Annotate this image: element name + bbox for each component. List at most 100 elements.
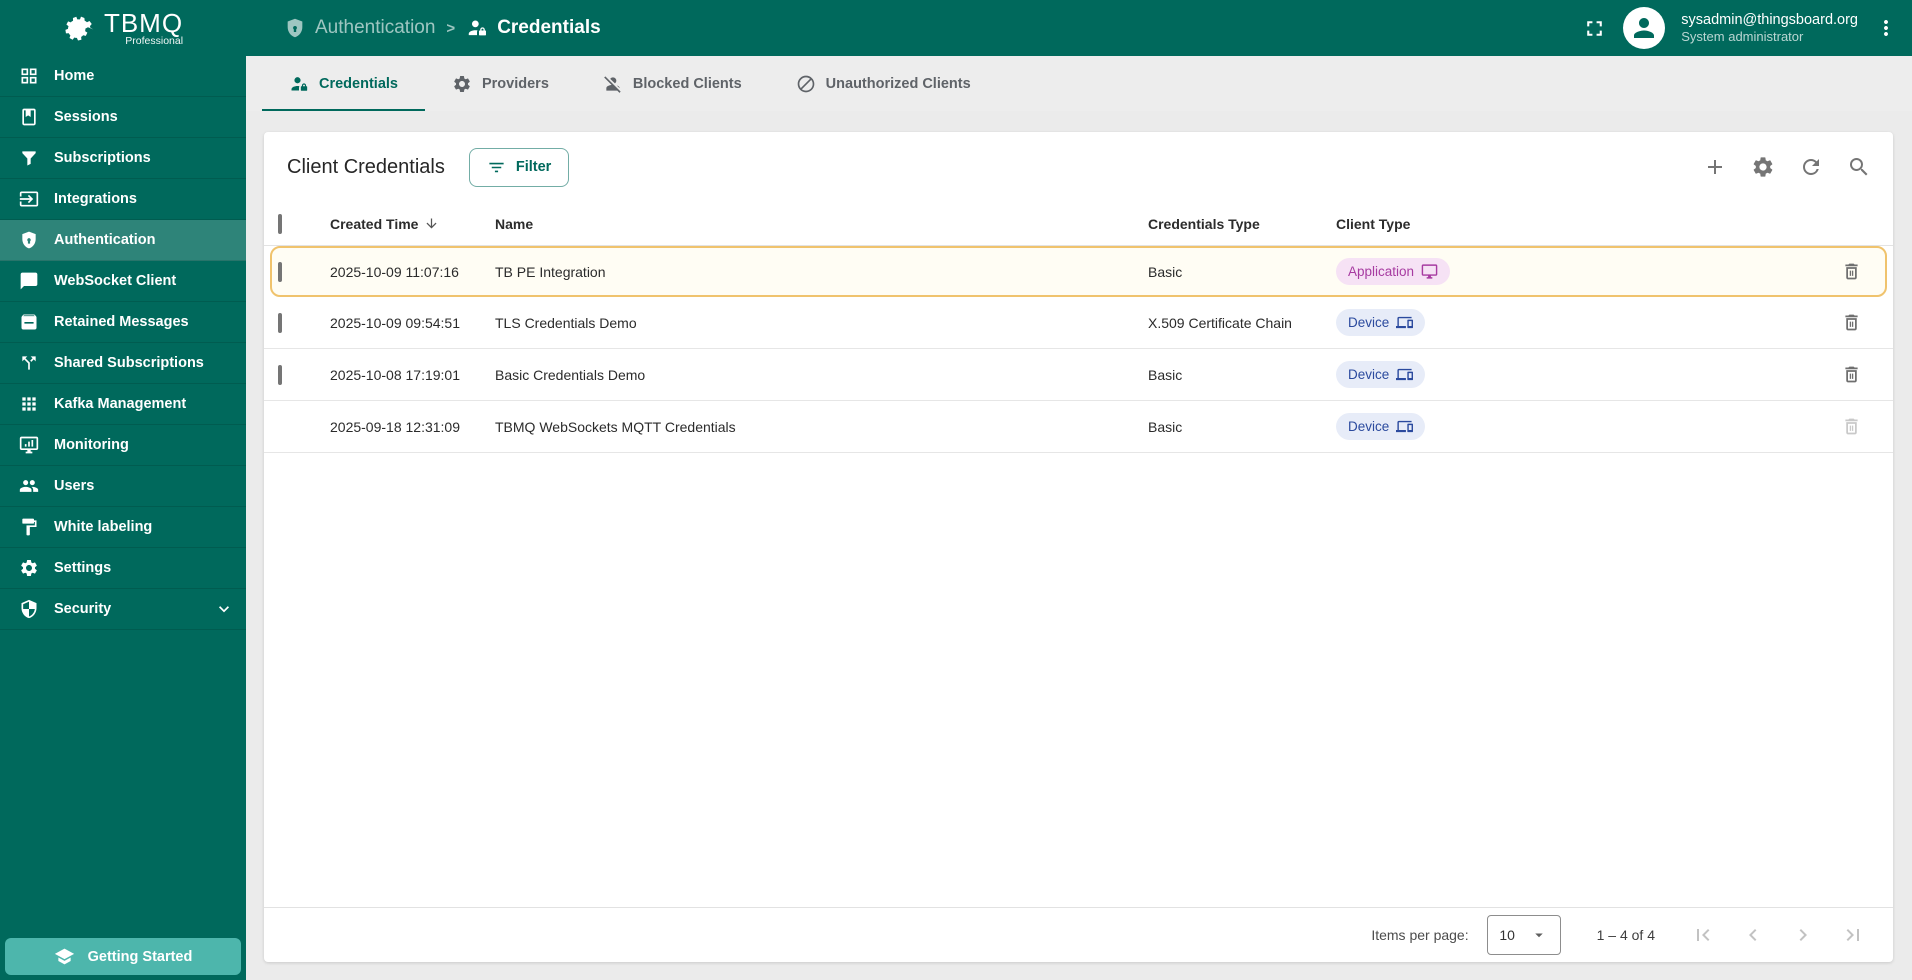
cell-name: TLS Credentials Demo (495, 315, 1148, 331)
topbar-right: sysadmin@thingsboard.org System administ… (1582, 7, 1912, 49)
table-body: 2025-10-09 11:07:16TB PE IntegrationBasi… (264, 246, 1893, 453)
sidebar-item-label: Integrations (54, 191, 137, 207)
next-page-icon[interactable] (1789, 921, 1817, 949)
table-row[interactable]: 2025-10-09 11:07:16TB PE IntegrationBasi… (270, 246, 1887, 297)
sidebar-item-home[interactable]: Home (0, 56, 246, 97)
table-columns-icon[interactable] (1739, 143, 1787, 191)
table-row[interactable]: 2025-10-08 17:19:01Basic Credentials Dem… (264, 349, 1893, 401)
fullscreen-icon[interactable] (1582, 16, 1607, 41)
tab-providers[interactable]: Providers (425, 56, 576, 111)
brand-edition: Professional (125, 35, 183, 47)
row-checkbox[interactable] (278, 313, 282, 333)
breadcrumb-authentication-label: Authentication (315, 17, 435, 39)
sidebar-item-white-labeling[interactable]: White labeling (0, 507, 246, 548)
sidebar-item-monitoring[interactable]: Monitoring (0, 425, 246, 466)
sidebar-item-security[interactable]: Security (0, 589, 246, 630)
monitor-chart-icon (19, 435, 39, 455)
pagination-bar: Items per page: 10 1 – 4 of 4 (264, 907, 1893, 962)
devices-icon (1396, 418, 1413, 435)
client-type-badge: Device (1336, 413, 1425, 440)
users-icon (19, 476, 39, 496)
sidebar-item-label: Sessions (54, 109, 118, 125)
sidebar-item-integrations[interactable]: Integrations (0, 179, 246, 220)
column-header-client-type[interactable]: Client Type (1336, 216, 1831, 232)
badge-label: Application (1348, 264, 1414, 279)
devices-icon (1396, 314, 1413, 331)
sidebar-item-label: Authentication (54, 232, 156, 248)
breadcrumb-authentication[interactable]: Authentication (284, 17, 435, 39)
tab-bar: CredentialsProviders Blocked Clients Unaut… (246, 56, 1912, 111)
select-all-checkbox[interactable] (278, 214, 282, 234)
row-checkbox[interactable] (278, 262, 282, 282)
cell-created-time: 2025-10-08 17:19:01 (330, 367, 495, 383)
sidebar-item-label: White labeling (54, 519, 152, 535)
tbmq-logo[interactable]: TBMQ Professional (0, 10, 246, 47)
sidebar-item-label: Home (54, 68, 94, 84)
apps-grid-icon (19, 394, 39, 414)
cell-name: TBMQ WebSockets MQTT Credentials (495, 419, 1148, 435)
cell-created-time: 2025-10-09 09:54:51 (330, 315, 495, 331)
call-split-icon (19, 353, 39, 373)
top-bar: TBMQ Professional Authentication > Crede… (0, 0, 1912, 56)
kebab-menu-icon[interactable] (1874, 16, 1898, 40)
archive-icon (19, 312, 39, 332)
search-icon[interactable] (1835, 143, 1883, 191)
tab-credentials[interactable]: Credentials (262, 56, 425, 111)
tab-label: Blocked Clients (633, 76, 742, 92)
delete-icon[interactable] (1831, 303, 1871, 343)
first-page-icon[interactable] (1689, 921, 1717, 949)
sidebar-item-label: Monitoring (54, 437, 129, 453)
prev-page-icon[interactable] (1739, 921, 1767, 949)
sidebar-item-retained-messages[interactable]: Retained Messages (0, 302, 246, 343)
avatar[interactable] (1623, 7, 1665, 49)
funnel-icon (19, 148, 39, 168)
format-paint-icon (19, 517, 39, 537)
table-toolbar (1691, 143, 1883, 191)
sidebar-item-kafka-management[interactable]: Kafka Management (0, 384, 246, 425)
tbmq-logo-icon (63, 11, 97, 45)
filter-button[interactable]: Filter (469, 148, 569, 187)
sidebar-item-shared-subscriptions[interactable]: Shared Subscriptions (0, 343, 246, 384)
sidebar-item-sessions[interactable]: Sessions (0, 97, 246, 138)
tab-blocked-clients[interactable]: Blocked Clients (576, 56, 769, 111)
sidebar-item-subscriptions[interactable]: Subscriptions (0, 138, 246, 179)
filter-button-label: Filter (516, 159, 551, 175)
card-header: Client Credentials Filter (264, 132, 1893, 202)
tab-label: Unauthorized Clients (826, 76, 971, 92)
tab-unauthorized-clients[interactable]: Unauthorized Clients (769, 56, 998, 111)
column-header-credentials-type[interactable]: Credentials Type (1148, 216, 1336, 232)
sessions-book-icon (19, 107, 39, 127)
created-time-label: Created Time (330, 216, 418, 232)
chevron-down-icon (1530, 926, 1548, 944)
sort-arrow-down-icon (424, 216, 439, 231)
refresh-icon[interactable] (1787, 143, 1835, 191)
add-icon[interactable] (1691, 143, 1739, 191)
gear-icon (452, 74, 472, 94)
breadcrumb-credentials[interactable]: Credentials (466, 17, 600, 39)
badge-label: Device (1348, 367, 1389, 382)
pager (1689, 921, 1867, 949)
sidebar-item-settings[interactable]: Settings (0, 548, 246, 589)
sidebar-item-users[interactable]: Users (0, 466, 246, 507)
cell-name: Basic Credentials Demo (495, 367, 1148, 383)
last-page-icon[interactable] (1839, 921, 1867, 949)
column-header-name[interactable]: Name (495, 216, 1148, 232)
user-info[interactable]: sysadmin@thingsboard.org System administ… (1681, 11, 1858, 45)
sidebar-item-websocket-client[interactable]: WebSocket Client (0, 261, 246, 302)
delete-icon[interactable] (1831, 355, 1871, 395)
cell-created-time: 2025-09-18 12:31:09 (330, 419, 495, 435)
badge-label: Device (1348, 315, 1389, 330)
chevron-down-icon (214, 599, 234, 619)
delete-icon[interactable] (1831, 252, 1871, 292)
cell-name: TB PE Integration (495, 264, 1148, 280)
sidebar-item-authentication[interactable]: Authentication (0, 220, 246, 261)
main-content: Client Credentials Filter Created Time N… (246, 111, 1912, 980)
person-off-icon (603, 74, 623, 94)
row-checkbox[interactable] (278, 365, 282, 385)
page-size-select[interactable]: 10 (1487, 915, 1561, 955)
getting-started-button[interactable]: Getting Started (5, 938, 241, 975)
table-row[interactable]: 2025-09-18 12:31:09TBMQ WebSockets MQTT … (264, 401, 1893, 453)
column-header-created-time[interactable]: Created Time (330, 216, 495, 232)
table-row[interactable]: 2025-10-09 09:54:51TLS Credentials DemoX… (264, 297, 1893, 349)
sidebar-item-label: Users (54, 478, 94, 494)
